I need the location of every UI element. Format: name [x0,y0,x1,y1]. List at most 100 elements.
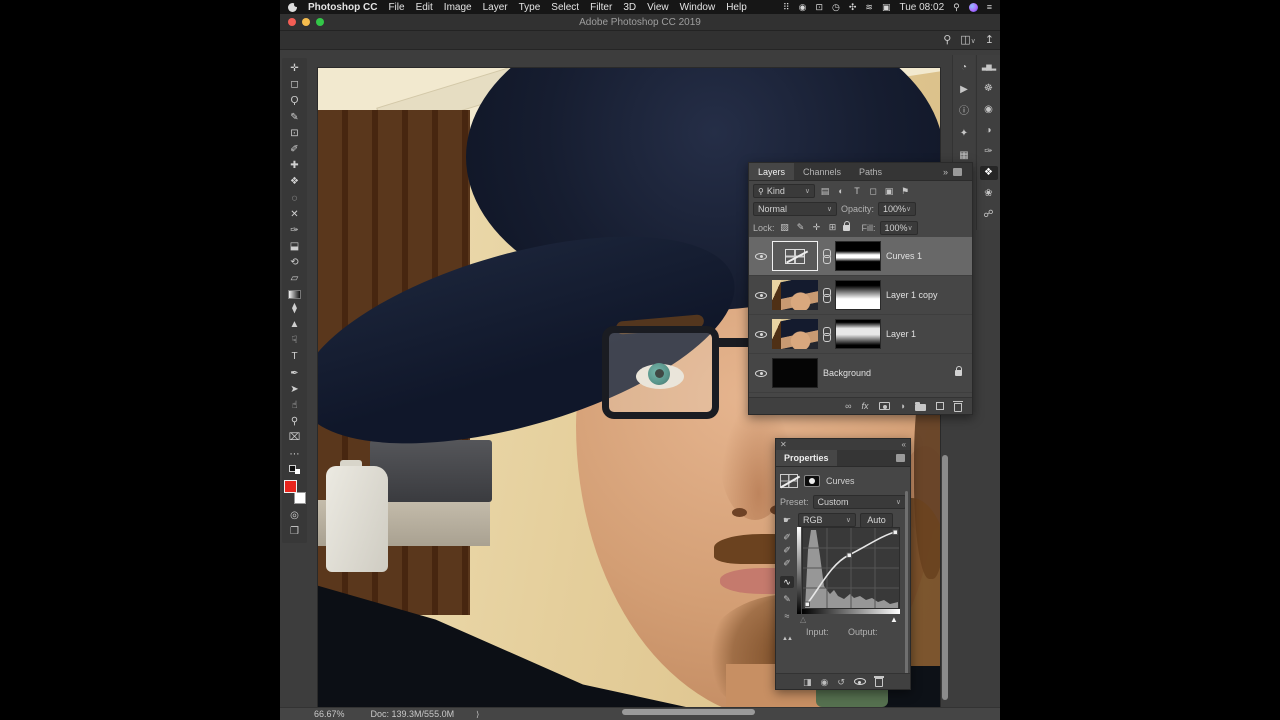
reset-adjustment-icon[interactable]: ↺ [837,677,845,687]
link-layers-icon[interactable]: ∞ [845,401,851,411]
layer-name[interactable]: Layer 1 [886,329,916,339]
smooth-curve-icon[interactable]: ≈ [780,610,794,622]
blend-mode-dropdown[interactable]: Normal ∨ [753,202,837,216]
canvas-horizontal-scrollbar[interactable] [622,709,755,715]
search-icon[interactable]: ⚲ [943,33,951,46]
mask-link-icon[interactable] [823,248,831,264]
close-panel-icon[interactable]: ✕ [780,440,787,449]
menu-image[interactable]: Image [444,2,472,13]
layer-thumbnail[interactable] [772,358,818,388]
move-tool[interactable]: ✛ [286,63,303,75]
layer-row-layer-1-copy[interactable]: Layer 1 copy [749,276,972,315]
fill-value[interactable]: 100% ∨ [879,220,918,235]
layer-visibility-icon[interactable] [755,291,767,299]
filter-adjustment-layers-icon[interactable]: ◐ [835,186,847,196]
dropbox-icon[interactable]: ⠿ [783,2,790,13]
layer-name[interactable]: Layer 1 copy [886,290,938,300]
filter-smart-objects-icon[interactable]: ▣ [883,186,895,197]
filter-shape-layers-icon[interactable]: ◻ [867,186,879,197]
spot-healing-tool[interactable]: ✚ [286,160,303,172]
history-panel-icon[interactable]: ◔ [955,61,973,75]
quick-mask-button[interactable]: ◎ [286,510,303,522]
layer-visibility-icon[interactable] [755,252,767,260]
tab-layers[interactable]: Layers [749,163,795,180]
tab-channels[interactable]: Channels [794,163,850,180]
menu-view[interactable]: View [647,2,669,13]
layer-row-layer-1[interactable]: Layer 1 [749,315,972,354]
lock-position-icon[interactable]: ✛ [811,222,823,233]
crop-tool[interactable]: ⊡ [286,128,303,140]
toggle-visibility-icon[interactable] [853,678,866,685]
filter-pixel-layers-icon[interactable]: ▤ [819,186,831,197]
filter-kind-dropdown[interactable]: ⚲ Kind ∨ [753,184,815,198]
layer-row-background[interactable]: Background [749,354,972,393]
color-panel-icon[interactable]: ✦ [955,127,973,141]
lock-all-icon[interactable] [842,220,850,231]
gradient-tool[interactable] [288,289,301,299]
sharpen-tool[interactable]: ▲ [286,319,303,331]
targeted-adjustment-icon[interactable]: ☛ [780,514,794,526]
mask-link-icon[interactable] [823,326,831,342]
menubar-clock[interactable]: Tue 08:02 [899,2,944,13]
layer-name[interactable]: Background [823,368,871,378]
menu-3d[interactable]: 3D [623,2,636,13]
brush-settings-panel-icon[interactable]: ✑ [980,145,998,159]
opacity-value[interactable]: 100% ∨ [878,202,917,216]
app-status-icon[interactable]: ◉ [799,2,807,13]
mask-link-icon[interactable] [823,287,831,303]
view-previous-state-icon[interactable]: ◉ [821,677,829,687]
type-tool[interactable]: T [286,351,303,363]
tab-paths[interactable]: Paths [850,163,891,180]
panel-menu-icon[interactable] [896,454,905,462]
clip-to-layer-icon[interactable]: ◨ [803,677,812,687]
layer-mask-thumbnail[interactable] [835,280,881,310]
layer-thumbnail[interactable] [772,280,818,310]
menu-app-name[interactable]: Photoshop CC [308,2,377,13]
pen-tool[interactable]: ✒ [286,368,303,380]
eyedropper-tool[interactable]: ✐ [286,144,303,156]
lock-artboard-icon[interactable]: ⊞ [827,222,839,233]
channels-panel-icon[interactable]: ❀ [980,187,998,201]
actions-panel-icon[interactable]: ▶ [955,83,973,97]
workspace-switcher-icon[interactable]: ◫∨ [960,33,976,46]
lock-transparency-icon[interactable]: ▨ [779,222,791,233]
canvas-vertical-scrollbar[interactable] [942,455,948,700]
menu-window[interactable]: Window [680,2,716,13]
auto-button[interactable]: Auto [860,512,893,528]
menu-filter[interactable]: Filter [590,2,612,13]
paths-panel-icon[interactable]: ☍ [980,208,998,222]
filter-toggle-icon[interactable]: ⚑ [899,186,911,197]
patch-tool[interactable]: ❖ [286,176,303,188]
menu-type[interactable]: Type [519,2,541,13]
curve-pencil-tool-icon[interactable]: ✎ [780,593,794,605]
layer-visibility-icon[interactable] [755,330,767,338]
black-point-slider[interactable]: △ [800,616,806,624]
edit-toolbar-button[interactable]: ⋯ [286,449,303,461]
white-point-slider[interactable]: ▲ [890,616,898,624]
mask-chip-icon[interactable] [804,475,820,487]
color-swatches[interactable] [283,479,306,504]
curves-adjustment-thumbnail[interactable] [772,241,818,271]
apple-menu-icon[interactable] [288,1,299,12]
layer-thumbnail[interactable] [772,319,818,349]
add-layer-mask-icon[interactable] [878,402,890,410]
menu-edit[interactable]: Edit [416,2,433,13]
preset-dropdown[interactable]: Custom ∨ [812,495,906,509]
navigator-panel-icon[interactable]: ☸ [980,82,998,96]
layer-name[interactable]: Curves 1 [886,251,922,261]
wifi-icon[interactable]: ≋ [865,2,873,13]
share-icon[interactable]: ↥ [985,33,994,46]
fan-icon[interactable]: ✣ [849,2,857,13]
adjustments-panel-icon[interactable]: ◑ [980,124,998,138]
brush-tool[interactable]: ✑ [286,225,303,237]
curves-graph[interactable] [802,527,900,609]
gray-point-eyedropper-icon[interactable]: ✐ [780,544,794,556]
menu-layer[interactable]: Layer [483,2,508,13]
blur-tool[interactable]: ⧫ [286,303,303,315]
path-select-tool[interactable]: ➤ [286,384,303,396]
input-source-icon[interactable]: ▣ [882,2,891,13]
delete-layer-icon[interactable] [953,400,963,412]
delete-adjustment-icon[interactable] [873,676,884,687]
panel-menu-icon[interactable] [953,167,962,176]
quick-selection-tool[interactable]: ✎ [286,112,303,124]
